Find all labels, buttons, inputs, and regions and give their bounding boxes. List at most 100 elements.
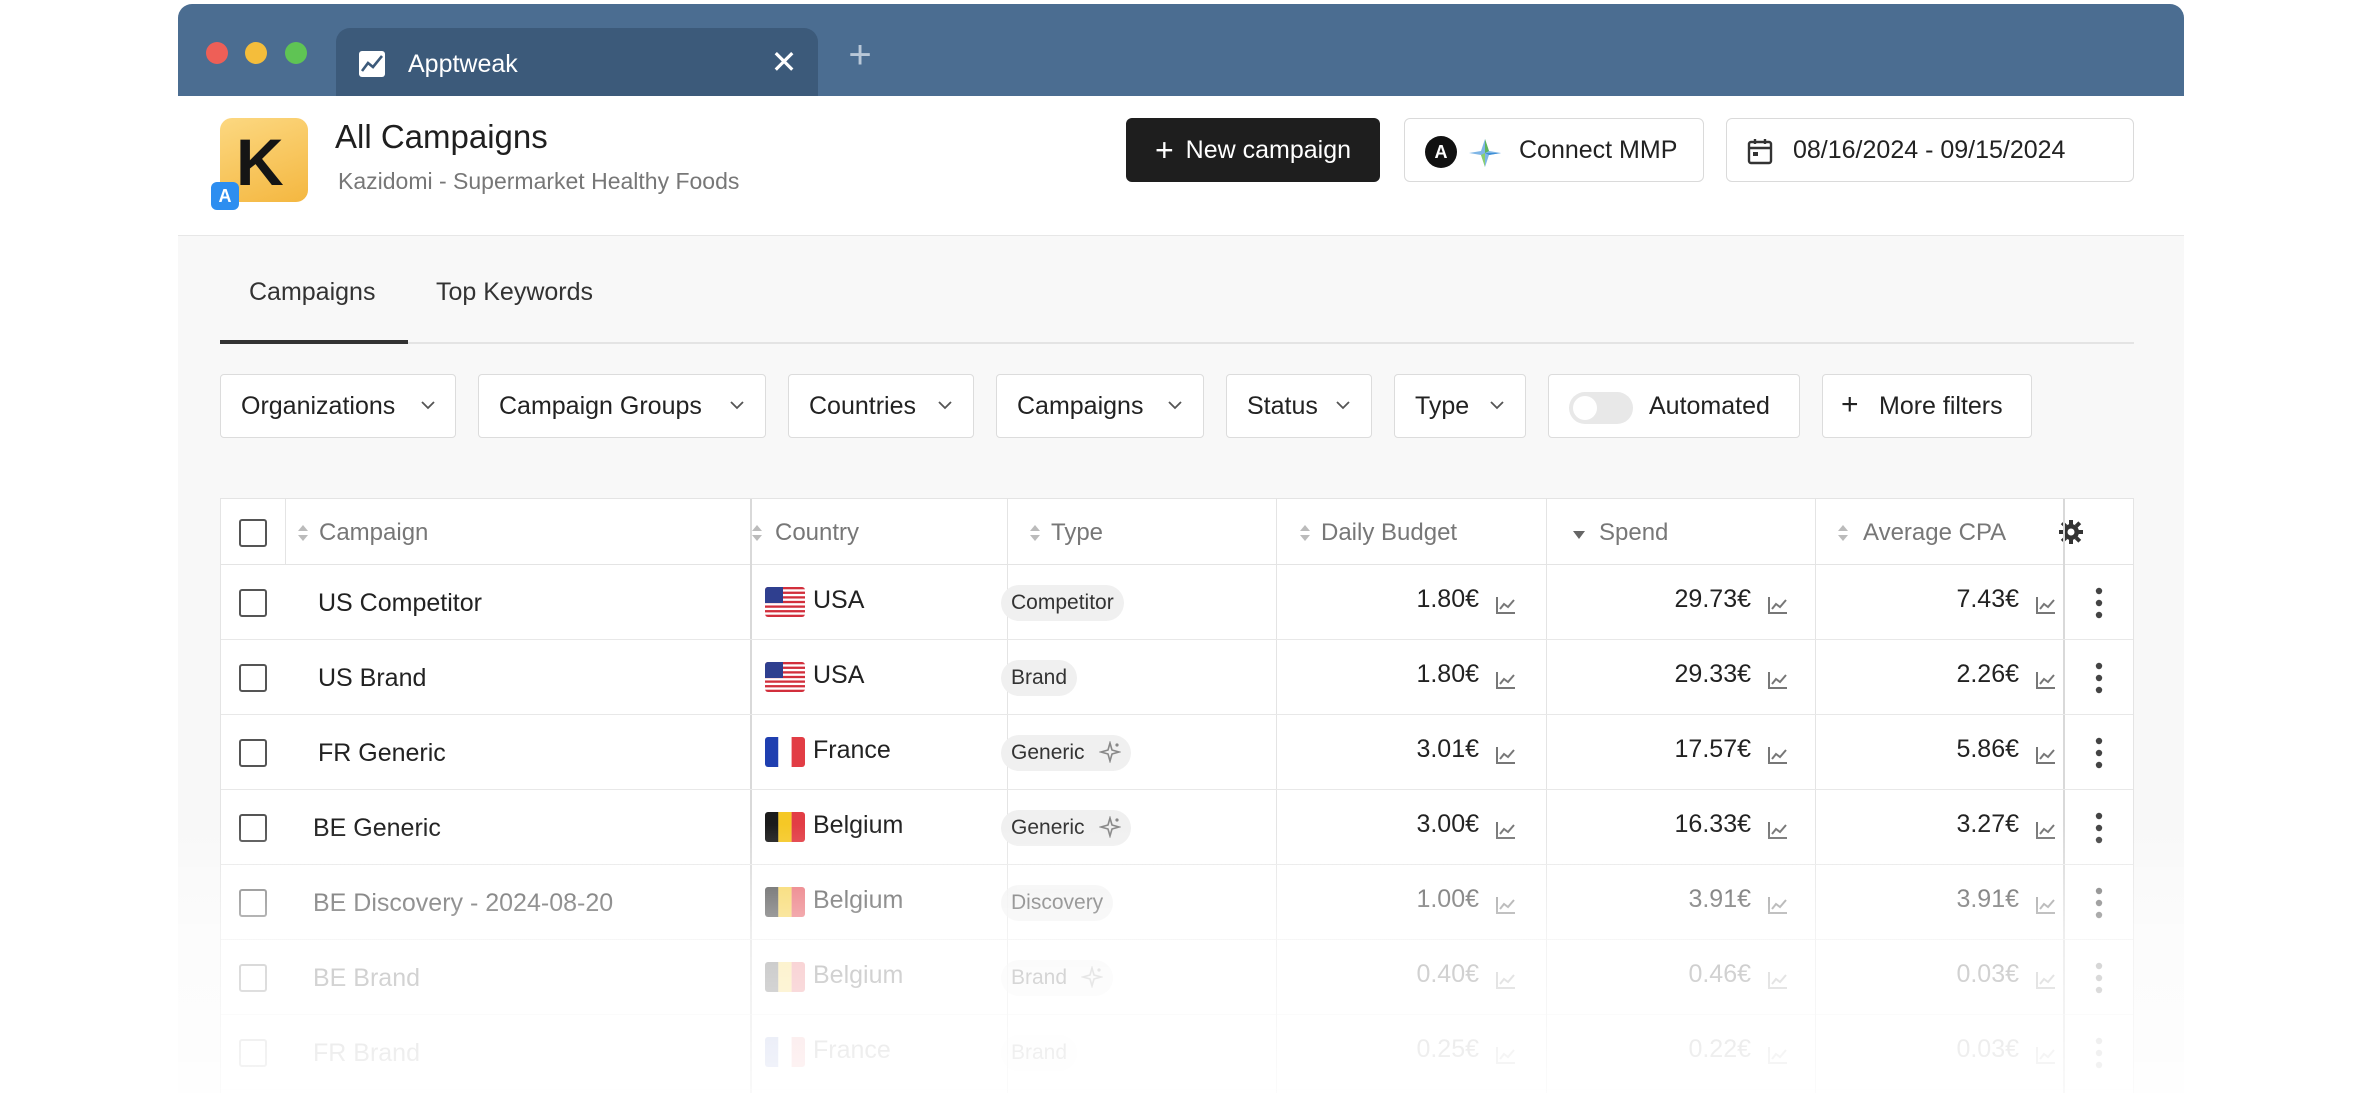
line-chart-icon[interactable] — [2035, 970, 2057, 990]
line-chart-icon[interactable] — [1495, 895, 1517, 915]
type-badge: Brand — [1001, 960, 1114, 996]
line-chart-icon[interactable] — [1767, 595, 1789, 615]
row-checkbox[interactable] — [239, 889, 267, 917]
select-all-checkbox[interactable] — [239, 519, 267, 547]
line-chart-icon[interactable] — [2035, 895, 2057, 915]
spend-value: 29.33€ — [1674, 660, 1751, 688]
connect-mmp-button[interactable]: A Connect MMP — [1404, 118, 1704, 182]
table-row[interactable]: FR Brand France Brand 0.25€ 0.22€ 0.03€ — [221, 1015, 2133, 1090]
row-checkbox[interactable] — [239, 964, 267, 992]
line-chart-icon[interactable] — [1767, 895, 1789, 915]
kebab-menu-icon[interactable] — [2095, 962, 2103, 994]
filter-status[interactable]: Status — [1226, 374, 1372, 438]
kebab-menu-icon[interactable] — [2095, 812, 2103, 844]
kebab-menu-icon[interactable] — [2095, 887, 2103, 919]
line-chart-icon[interactable] — [1495, 970, 1517, 990]
filter-label: Campaign Groups — [499, 392, 702, 420]
line-chart-icon[interactable] — [1495, 745, 1517, 765]
window-close-control[interactable] — [206, 42, 228, 64]
line-chart-icon[interactable] — [1767, 670, 1789, 690]
campaign-name[interactable]: FR Generic — [318, 739, 446, 768]
campaign-name[interactable]: FR Brand — [313, 1039, 420, 1068]
browser-window: Apptweak ✕ + K A All Campaigns Kazidomi … — [178, 4, 2184, 1093]
tab-campaigns[interactable]: Campaigns — [249, 278, 375, 307]
filter-label: Status — [1247, 392, 1318, 420]
kebab-menu-icon[interactable] — [2095, 662, 2103, 694]
line-chart-icon[interactable] — [2035, 670, 2057, 690]
line-chart-icon[interactable] — [1767, 970, 1789, 990]
kebab-menu-icon[interactable] — [2095, 587, 2103, 619]
flag-fr-icon — [765, 1037, 805, 1067]
line-chart-icon[interactable] — [2035, 595, 2057, 615]
column-label: Type — [1051, 519, 1104, 546]
spend-value: 17.57€ — [1674, 735, 1751, 763]
campaign-name[interactable]: US Brand — [318, 664, 426, 693]
new-tab-button[interactable]: + — [842, 35, 878, 75]
date-range-picker[interactable]: 08/16/2024 - 09/15/2024 — [1726, 118, 2134, 182]
gear-icon[interactable] — [2058, 519, 2084, 545]
new-campaign-button[interactable]: + New campaign — [1126, 118, 1380, 182]
kebab-menu-icon[interactable] — [2095, 1037, 2103, 1069]
table-row[interactable]: US Brand USA Brand 1.80€ 29.33€ 2.26€ — [221, 640, 2133, 715]
app-logo-letter: K — [236, 125, 284, 199]
line-chart-icon[interactable] — [1495, 820, 1517, 840]
toggle-knob — [1573, 396, 1597, 420]
chevron-down-icon — [938, 401, 952, 410]
line-chart-icon[interactable] — [1767, 1045, 1789, 1065]
average-cpa-value: 3.91€ — [1956, 885, 2019, 913]
filter-automated[interactable]: Automated — [1548, 374, 1800, 438]
average-cpa-value: 0.03€ — [1956, 1035, 2019, 1063]
line-chart-icon[interactable] — [1495, 1045, 1517, 1065]
line-chart-icon[interactable] — [1495, 670, 1517, 690]
filter-label: Countries — [809, 392, 916, 420]
country-name: Belgium — [813, 886, 904, 914]
table-row[interactable]: US Competitor USA Competitor 1.80€ 29.73€ 7.4… — [221, 565, 2133, 640]
spend-value: 0.22€ — [1688, 1035, 1751, 1063]
column-label: Campaign — [319, 519, 429, 546]
kebab-menu-icon[interactable] — [2095, 737, 2103, 769]
daily-budget-value: 1.80€ — [1416, 660, 1479, 688]
type-label: Brand — [1011, 666, 1068, 689]
line-chart-icon[interactable] — [2035, 745, 2057, 765]
column-header-spend[interactable]: Spend — [1573, 499, 1823, 565]
spend-value: 0.46€ — [1688, 960, 1751, 988]
filter-countries[interactable]: Countries — [788, 374, 974, 438]
row-checkbox[interactable] — [239, 589, 267, 617]
tab-top-keywords[interactable]: Top Keywords — [436, 278, 593, 307]
column-header-daily-budget[interactable]: Daily Budget — [1299, 499, 1549, 565]
row-checkbox[interactable] — [239, 739, 267, 767]
campaign-name[interactable]: BE Discovery - 2024-08-20 — [313, 889, 613, 918]
filter-organizations[interactable]: Organizations — [220, 374, 456, 438]
campaign-name[interactable]: BE Brand — [313, 964, 420, 993]
table-row[interactable]: FR Generic France Generic 3.01€ 17.57€ 5.86€ — [221, 715, 2133, 790]
average-cpa-value: 7.43€ — [1956, 585, 2019, 613]
type-label: Brand — [1011, 966, 1068, 989]
line-chart-icon[interactable] — [2035, 820, 2057, 840]
window-maximize-control[interactable] — [285, 42, 307, 64]
country-name: France — [813, 1036, 891, 1064]
automated-toggle[interactable] — [1569, 392, 1633, 424]
row-checkbox[interactable] — [239, 814, 267, 842]
more-filters-button[interactable]: + More filters — [1822, 374, 2032, 438]
table-row[interactable]: BE Discovery - 2024-08-20 Belgium Discover… — [221, 865, 2133, 940]
campaign-name[interactable]: BE Generic — [313, 814, 441, 843]
filter-type[interactable]: Type — [1394, 374, 1526, 438]
column-header-average-cpa[interactable]: Average CPA — [1837, 499, 2067, 565]
line-chart-icon[interactable] — [1495, 595, 1517, 615]
table-row[interactable]: BE Generic Belgium Generic 3.00€ 16.33€ 3.27€ — [221, 790, 2133, 865]
line-chart-icon[interactable] — [2035, 1045, 2057, 1065]
line-chart-icon[interactable] — [1767, 745, 1789, 765]
table-row[interactable]: BE Brand Belgium Brand 0.40€ 0.46€ 0.03€ — [221, 940, 2133, 1015]
column-header-country[interactable]: Country — [751, 499, 1001, 565]
column-header-campaign[interactable]: Campaign — [297, 499, 767, 565]
close-icon[interactable]: ✕ — [768, 44, 800, 80]
window-minimize-control[interactable] — [245, 42, 267, 64]
line-chart-icon[interactable] — [1767, 820, 1789, 840]
filter-campaigns[interactable]: Campaigns — [996, 374, 1204, 438]
filter-campaign-groups[interactable]: Campaign Groups — [478, 374, 766, 438]
browser-tab-apptweak[interactable]: Apptweak ✕ — [336, 28, 818, 96]
row-checkbox[interactable] — [239, 664, 267, 692]
campaign-name[interactable]: US Competitor — [318, 589, 482, 618]
row-checkbox[interactable] — [239, 1039, 267, 1067]
column-header-type[interactable]: Type — [1029, 499, 1279, 565]
